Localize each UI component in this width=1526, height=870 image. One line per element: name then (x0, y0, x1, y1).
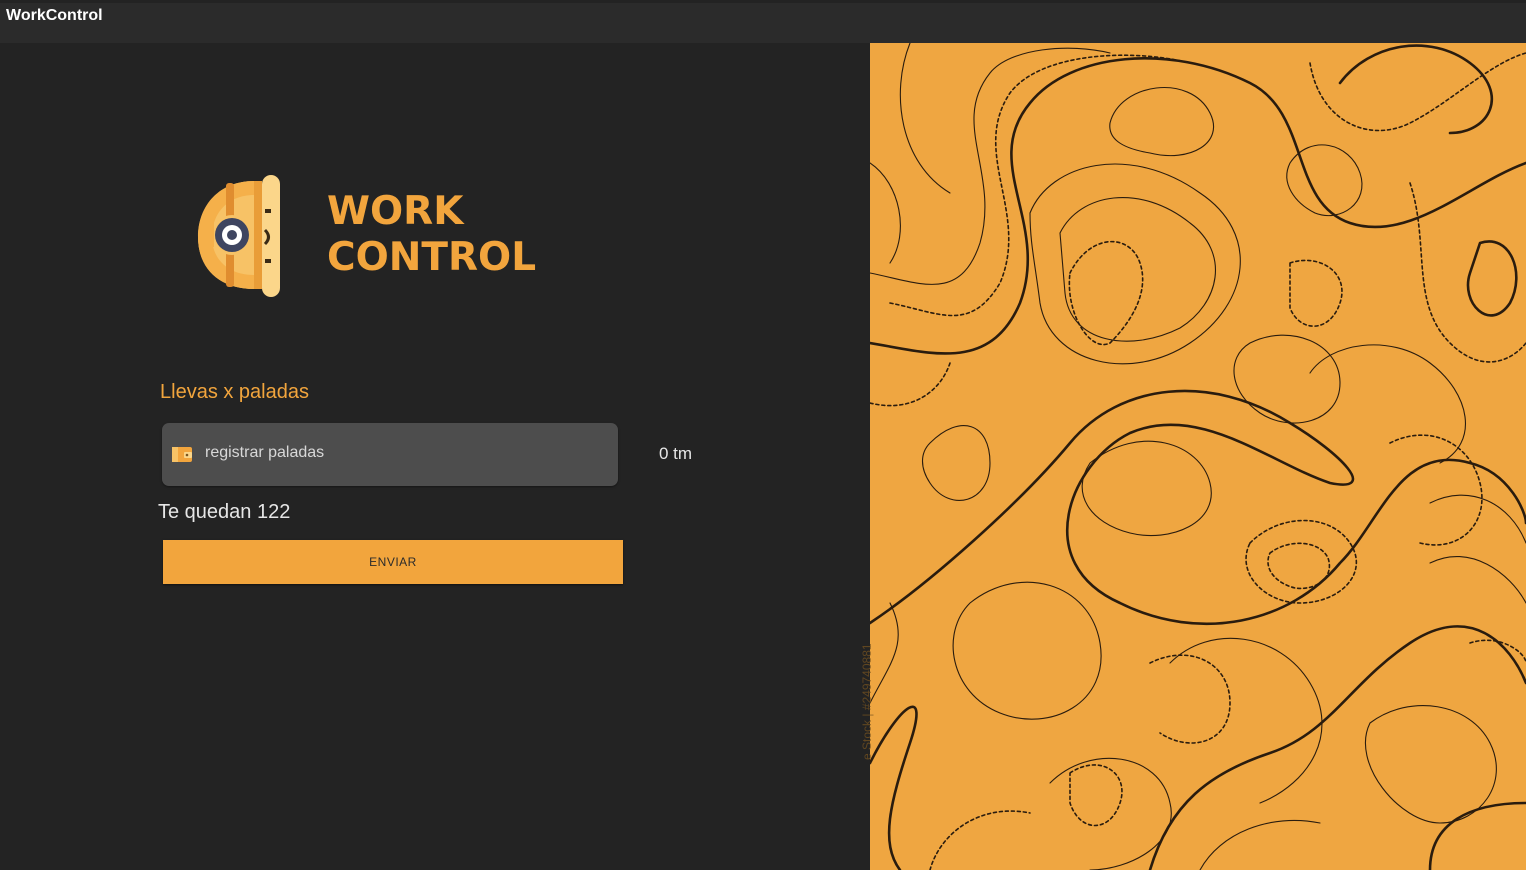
app-window: WorkControl WORK CONTROL Llevas x palada… (0, 0, 1526, 870)
progress-label: Llevas x paladas (160, 381, 309, 403)
tonnage-value: 0 tm (659, 444, 693, 463)
paladas-input[interactable] (205, 444, 605, 462)
brand-line-1: WORK (327, 189, 464, 234)
stock-watermark: e Stock | #249740881 (860, 643, 874, 760)
miner-helmet-icon (198, 175, 280, 297)
brand-line-2: CONTROL (327, 235, 537, 280)
brand-logo-text: WORK CONTROL (327, 189, 536, 281)
send-button[interactable]: ENVIAR (163, 540, 623, 584)
paladas-input-container[interactable] (162, 423, 618, 486)
window-title: WorkControl (6, 7, 103, 24)
topographic-map-image (870, 43, 1526, 870)
wallet-icon (172, 447, 192, 462)
topographic-decoration (870, 43, 1526, 870)
login-panel: WORK CONTROL Llevas x paladas 0 tm Te qu… (0, 43, 870, 870)
remaining-text: Te quedan 122 (158, 501, 291, 523)
title-bar: WorkControl (0, 3, 1526, 43)
